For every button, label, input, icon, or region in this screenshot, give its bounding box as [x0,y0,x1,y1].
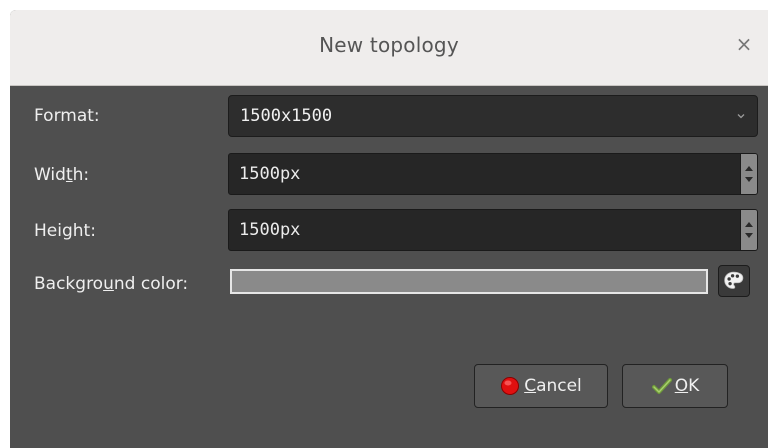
close-icon[interactable]: × [732,32,756,56]
color-picker-button[interactable] [718,265,750,297]
width-spin-buttons[interactable] [740,154,757,194]
new-topology-dialog: New topology × Format: 1500x1500 Width: … [10,10,768,448]
width-spinbox[interactable]: 1500px [228,153,758,195]
ok-button[interactable]: OK [622,364,728,408]
palette-icon [724,271,744,289]
height-label: Height: [34,221,96,241]
chevron-down-icon [737,114,745,119]
titlebar: New topology × [10,10,768,86]
spin-down-icon[interactable] [745,233,753,238]
dialog-title: New topology [319,33,459,57]
height-spinbox[interactable]: 1500px [228,209,758,251]
spin-up-icon[interactable] [745,222,753,227]
green-check-icon [651,378,672,394]
ok-label: OK [674,376,700,396]
cancel-label: Cancel [524,376,582,396]
format-combobox[interactable]: 1500x1500 [228,95,758,137]
spin-up-icon[interactable] [745,166,753,171]
width-label: Width: [34,165,90,185]
background-color-swatch[interactable] [230,269,708,294]
height-spin-buttons[interactable] [740,210,757,250]
width-value: 1500px [239,164,301,184]
spin-down-icon[interactable] [745,177,753,182]
background-color-label: Background color: [34,274,189,294]
cancel-button[interactable]: Cancel [474,364,608,408]
red-circle-icon [501,377,520,395]
format-value: 1500x1500 [240,106,333,126]
height-value: 1500px [239,220,301,240]
format-label: Format: [34,106,100,126]
